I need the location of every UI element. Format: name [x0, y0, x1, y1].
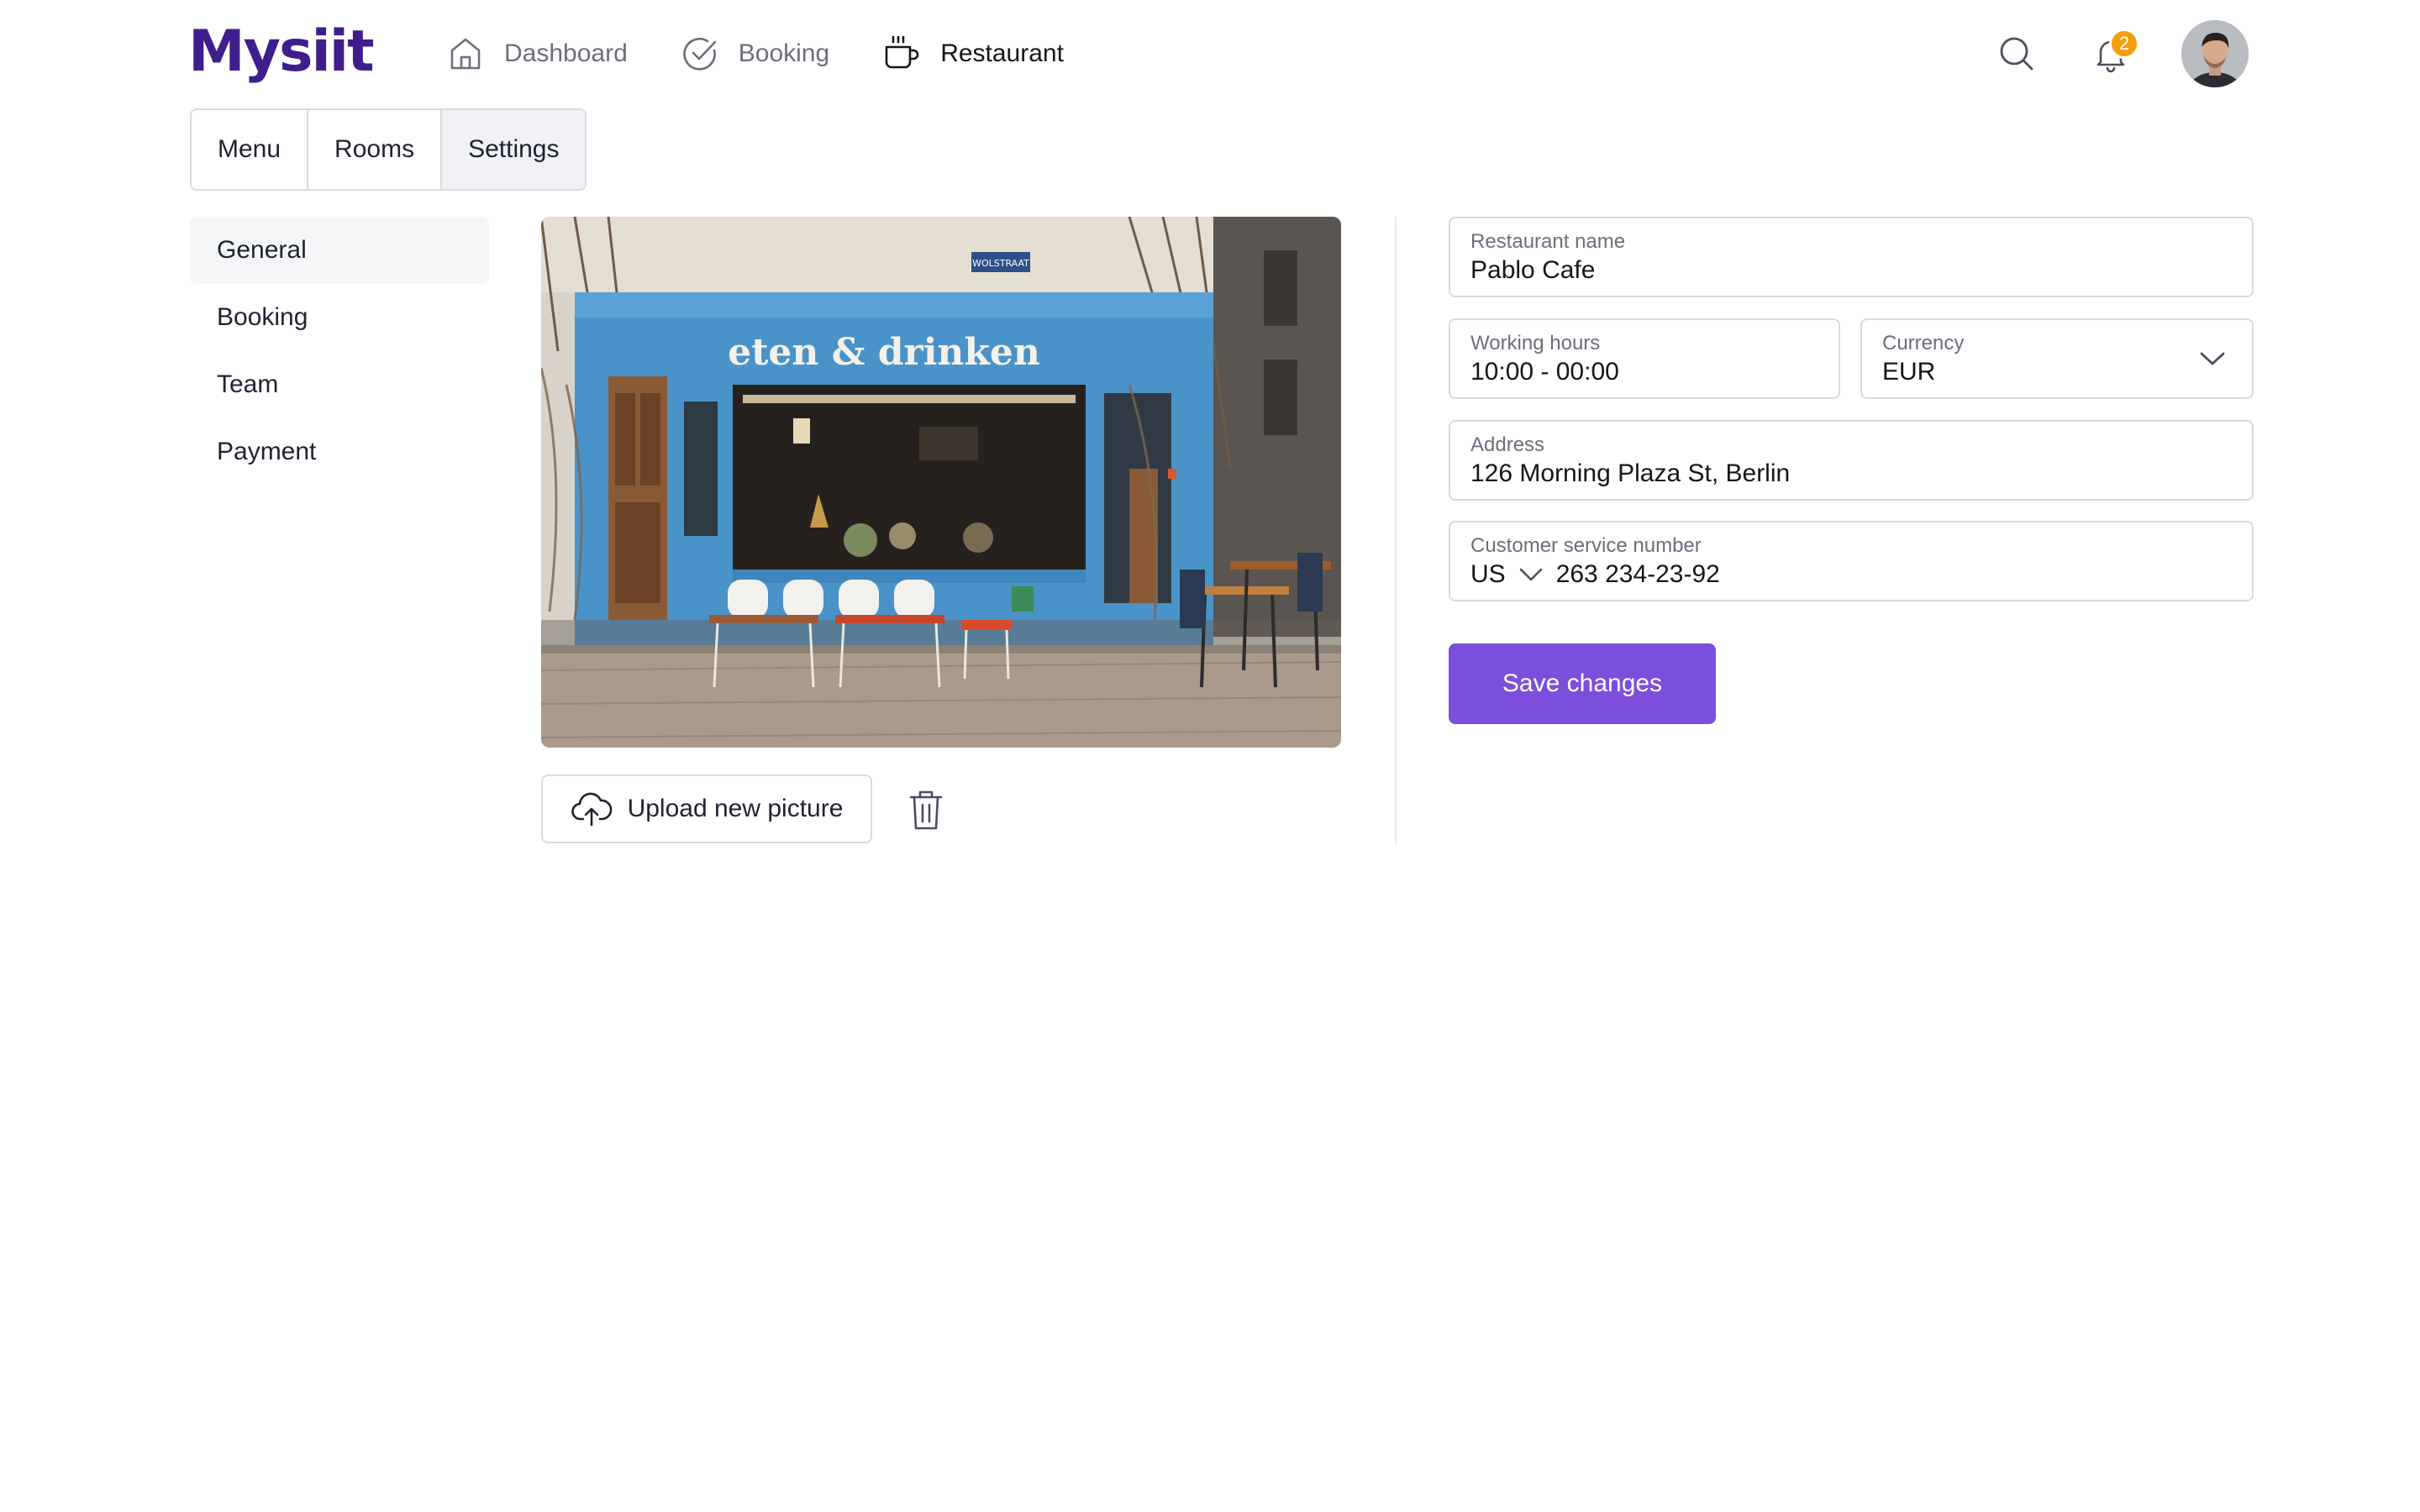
currency-value: EUR [1882, 358, 1936, 386]
chevron-down-icon [2200, 352, 2225, 365]
cloud-upload-icon [571, 792, 612, 827]
chevron-down-icon[interactable] [1518, 565, 1544, 584]
customer-service-label: Customer service number [1470, 534, 1702, 557]
home-icon [450, 38, 481, 70]
delete-picture-button[interactable] [906, 788, 946, 832]
storefront-sign-text: eten & drinken [728, 331, 1040, 374]
currency-label: Currency [1882, 332, 1965, 354]
working-hours-label: Working hours [1470, 332, 1601, 354]
tab-menu[interactable]: Menu [192, 110, 309, 189]
sidemenu-item-booking[interactable]: Booking [190, 284, 489, 351]
check-circle-icon [683, 38, 717, 71]
header-actions: 2 [1993, 20, 2249, 87]
address-label: Address [1470, 433, 1545, 456]
coffee-cup-icon [885, 35, 919, 69]
nav-item-label: Dashboard [504, 39, 628, 67]
sidemenu-item-team[interactable]: Team [190, 351, 489, 418]
nav-item-label: Booking [738, 39, 830, 67]
nav-item-label: Restaurant [940, 39, 1064, 67]
restaurant-settings-page: Mysiit Dashboard Booking Restaurant 2 Me… [0, 0, 2420, 1512]
user-avatar[interactable] [2181, 20, 2249, 87]
street-sign-text: WOLSTRAAT [972, 258, 1029, 269]
tab-settings[interactable]: Settings [442, 110, 586, 189]
notifications-button[interactable]: 2 [2087, 29, 2139, 77]
nav-item-restaurant[interactable]: Restaurant [881, 34, 1064, 74]
restaurant-name-field[interactable]: Restaurant name [1449, 217, 2254, 297]
search-button[interactable] [1993, 30, 2040, 77]
restaurant-name-input[interactable] [1470, 255, 2232, 286]
nav-item-dashboard[interactable]: Dashboard [445, 34, 628, 74]
phone-number-value[interactable]: 263 234-23-92 [1556, 559, 1720, 590]
currency-select[interactable]: Currency EUR [1860, 318, 2254, 399]
sidemenu-item-general[interactable]: General [190, 217, 489, 284]
save-changes-button[interactable]: Save changes [1449, 643, 1716, 724]
top-nav: Dashboard Booking Restaurant [445, 30, 1064, 77]
country-code-select[interactable]: US [1470, 559, 1506, 590]
nav-item-booking[interactable]: Booking [680, 34, 829, 74]
brand-logo[interactable]: Mysiit [188, 18, 375, 85]
address-input[interactable] [1470, 459, 2232, 489]
vertical-divider [1395, 217, 1397, 843]
restaurant-photo: WOLSTRAAT eten & drinken [541, 217, 1341, 748]
notification-badge: 2 [2109, 29, 2139, 59]
search-icon [2000, 37, 2033, 71]
settings-sidemenu: General Booking Team Payment [190, 217, 489, 486]
customer-service-field[interactable]: Customer service number US 263 234-23-92 [1449, 521, 2254, 601]
phone-row: US 263 234-23-92 [1470, 559, 2232, 590]
upload-picture-button[interactable]: Upload new picture [541, 774, 872, 843]
working-hours-field[interactable]: Working hours [1449, 318, 1840, 399]
address-field[interactable]: Address [1449, 420, 2254, 501]
trash-icon [909, 790, 943, 830]
restaurant-name-label: Restaurant name [1470, 230, 1626, 253]
tab-rooms[interactable]: Rooms [308, 110, 443, 189]
sidemenu-item-payment[interactable]: Payment [190, 418, 489, 486]
upload-picture-label: Upload new picture [627, 795, 844, 822]
working-hours-input[interactable] [1470, 357, 1818, 387]
section-tabs: Menu Rooms Settings [190, 108, 587, 191]
